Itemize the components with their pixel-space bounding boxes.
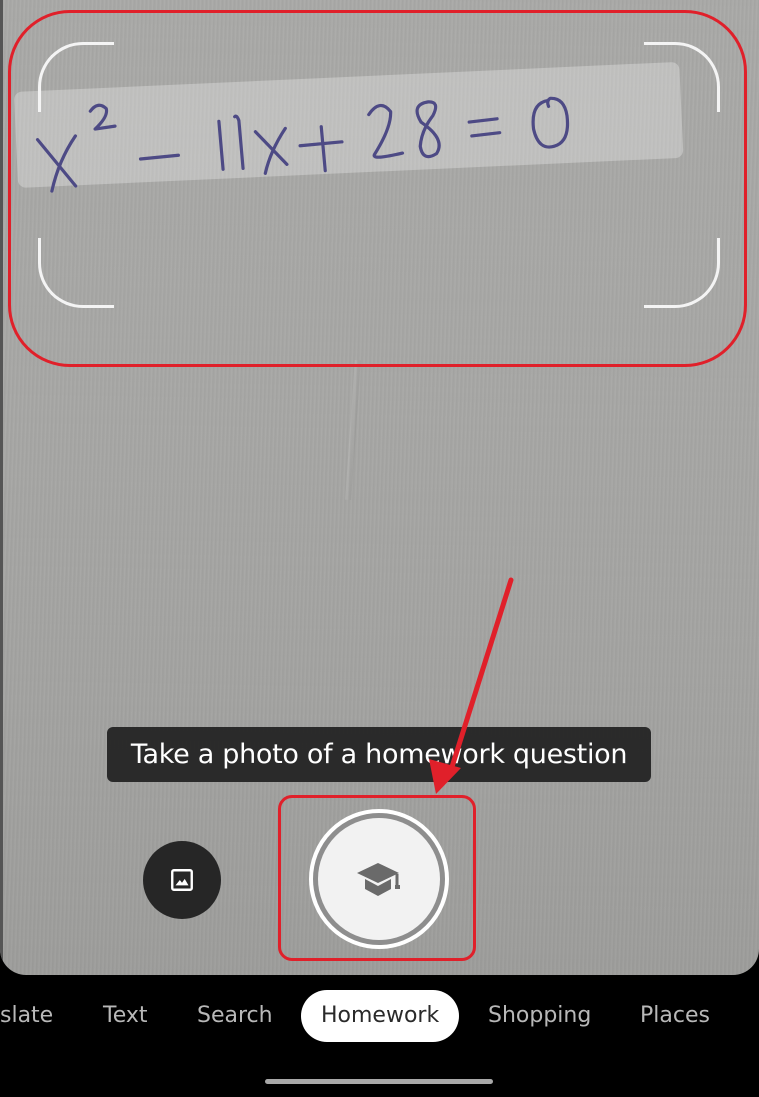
- viewfinder-corner-bottom-right: [644, 238, 720, 308]
- gallery-button[interactable]: [143, 841, 221, 919]
- tab-shopping[interactable]: Shopping: [488, 990, 591, 1042]
- screen-edge: [0, 0, 3, 975]
- camera-viewfinder[interactable]: x² − 11x + 28 = 0 Take a photo of a: [0, 0, 759, 975]
- shutter-button-inner[interactable]: [318, 818, 440, 940]
- mode-tab-bar: slate Text Search Homework Shopping Plac…: [0, 990, 759, 1042]
- tab-text[interactable]: Text: [103, 990, 148, 1042]
- home-indicator[interactable]: [265, 1079, 493, 1084]
- image-icon: [171, 869, 193, 891]
- tab-places[interactable]: Places: [640, 990, 710, 1042]
- shutter-button[interactable]: [309, 809, 449, 949]
- paper-fold: [345, 359, 361, 501]
- viewfinder-corner-top-left: [38, 42, 114, 112]
- viewfinder-corner-top-right: [644, 42, 720, 112]
- graduation-cap-icon: [357, 863, 400, 896]
- tab-search[interactable]: Search: [197, 990, 273, 1042]
- tab-homework[interactable]: Homework: [301, 990, 460, 1042]
- instruction-tooltip: Take a photo of a homework question: [107, 727, 651, 782]
- viewfinder-corner-bottom-left: [38, 238, 114, 308]
- tab-translate[interactable]: slate: [0, 990, 53, 1042]
